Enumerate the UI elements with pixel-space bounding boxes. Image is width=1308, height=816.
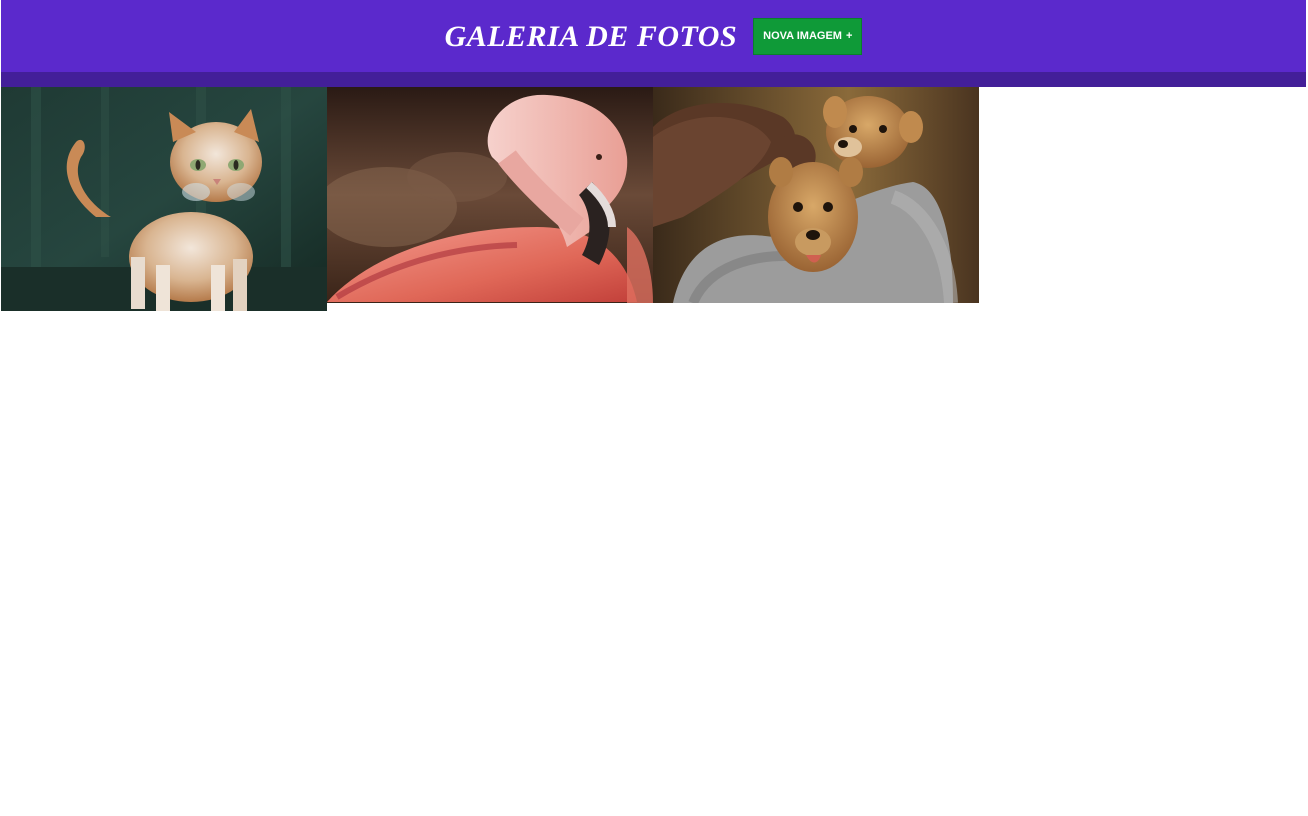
cat-image <box>1 87 327 311</box>
page-title: GALERIA DE FOTOS <box>444 20 738 53</box>
new-image-label: NOVA IMAGEM <box>763 30 842 42</box>
gallery-photo-cat[interactable] <box>1 87 327 311</box>
new-image-button[interactable]: NOVA IMAGEM + <box>753 17 863 55</box>
gallery-photo-puppies[interactable] <box>653 87 979 303</box>
app-header: GALERIA DE FOTOS NOVA IMAGEM + <box>1 0 1306 72</box>
photo-gallery <box>1 87 979 311</box>
plus-icon: + <box>845 30 853 42</box>
gallery-photo-flamingo[interactable] <box>327 87 653 303</box>
flamingo-image <box>327 87 653 303</box>
header-underline <box>1 72 1306 87</box>
puppies-image <box>653 87 979 303</box>
